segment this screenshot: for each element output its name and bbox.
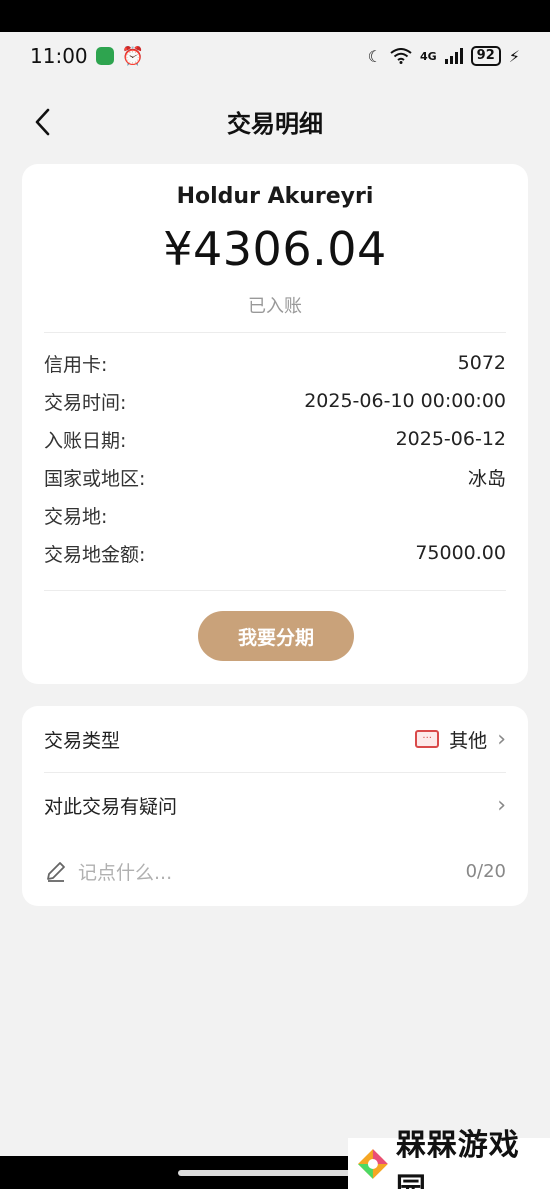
dispute-row[interactable]: 对此交易有疑问 › bbox=[44, 772, 506, 838]
home-indicator[interactable] bbox=[178, 1170, 372, 1176]
transaction-actions-card: 交易类型 ··· 其他 › 对此交易有疑问 › 记点什么... 0/20 bbox=[22, 706, 528, 906]
transaction-type-row[interactable]: 交易类型 ··· 其他 › bbox=[44, 706, 506, 772]
detail-label: 国家或地区: bbox=[44, 467, 146, 490]
note-placeholder: 记点什么... bbox=[78, 861, 173, 884]
detail-value: 2025-06-10 00:00:00 bbox=[304, 390, 506, 412]
detail-label: 交易时间: bbox=[44, 391, 127, 414]
charging-icon: ⚡ bbox=[508, 46, 520, 66]
detail-label: 交易地: bbox=[44, 505, 108, 528]
transaction-type-label: 交易类型 bbox=[44, 729, 121, 752]
watermark-text: 槑槑游戏园 bbox=[395, 1127, 520, 1189]
alarm-icon: ⏰ bbox=[121, 45, 145, 67]
note-input[interactable]: 记点什么... bbox=[44, 858, 172, 885]
transaction-amount: ¥4306.04 bbox=[163, 222, 387, 276]
status-right: ☾ 4G 92 ⚡ bbox=[368, 46, 520, 66]
top-black-bar bbox=[0, 0, 550, 32]
installment-button[interactable]: 我要分期 bbox=[198, 611, 354, 661]
transaction-summary-card: Holdur Akureyri ¥4306.04 已入账 信用卡: 5072 交… bbox=[22, 164, 528, 684]
detail-value: 5072 bbox=[457, 352, 506, 374]
detail-row-location: 交易地: bbox=[44, 496, 506, 534]
detail-row-country: 国家或地区: 冰岛 bbox=[44, 458, 506, 496]
category-other-icon: ··· bbox=[415, 730, 440, 748]
network-type: 4G bbox=[419, 49, 437, 63]
dispute-label: 对此交易有疑问 bbox=[44, 795, 178, 818]
watermark: 槑槑游戏园 bbox=[348, 1128, 550, 1189]
detail-row-card: 信用卡: 5072 bbox=[44, 344, 506, 382]
battery-level: 92 bbox=[470, 46, 501, 66]
signal-icon bbox=[444, 48, 463, 64]
divider bbox=[44, 332, 506, 333]
detail-value: 2025-06-12 bbox=[395, 428, 506, 450]
status-bar: 11:00 ⏰ ☾ 4G 92 ⚡ bbox=[0, 32, 550, 80]
page-title: 交易明细 bbox=[227, 110, 323, 138]
detail-row-time: 交易时间: 2025-06-10 00:00:00 bbox=[44, 382, 506, 420]
navbar: 交易明细 bbox=[0, 92, 550, 150]
watermark-logo-icon bbox=[357, 1148, 388, 1179]
detail-value: 冰岛 bbox=[467, 467, 506, 490]
status-left: 11:00 ⏰ bbox=[30, 44, 144, 68]
transaction-type-value: 其他 bbox=[449, 729, 488, 752]
wifi-icon bbox=[390, 48, 412, 64]
pencil-icon bbox=[47, 862, 65, 882]
note-input-row[interactable]: 记点什么... 0/20 bbox=[44, 838, 506, 904]
chevron-right-icon: › bbox=[497, 792, 506, 818]
posting-status: 已入账 bbox=[248, 296, 302, 317]
detail-row-posting-date: 入账日期: 2025-06-12 bbox=[44, 420, 506, 458]
chevron-right-icon: › bbox=[497, 726, 506, 752]
detail-label: 信用卡: bbox=[44, 353, 108, 376]
detail-list: 信用卡: 5072 交易时间: 2025-06-10 00:00:00 入账日期… bbox=[44, 344, 506, 572]
note-char-counter: 0/20 bbox=[465, 860, 506, 882]
detail-value: 75000.00 bbox=[415, 542, 506, 564]
moon-icon: ☾ bbox=[367, 46, 382, 66]
transaction-type-value-group: ··· 其他 › bbox=[415, 726, 506, 753]
detail-label: 交易地金额: bbox=[44, 543, 146, 566]
status-time: 11:00 bbox=[30, 44, 88, 68]
merchant-name: Holdur Akureyri bbox=[176, 184, 374, 209]
detail-label: 入账日期: bbox=[44, 429, 127, 452]
divider bbox=[44, 590, 506, 591]
wechat-notification-icon bbox=[95, 47, 114, 65]
detail-row-local-amount: 交易地金额: 75000.00 bbox=[44, 534, 506, 572]
